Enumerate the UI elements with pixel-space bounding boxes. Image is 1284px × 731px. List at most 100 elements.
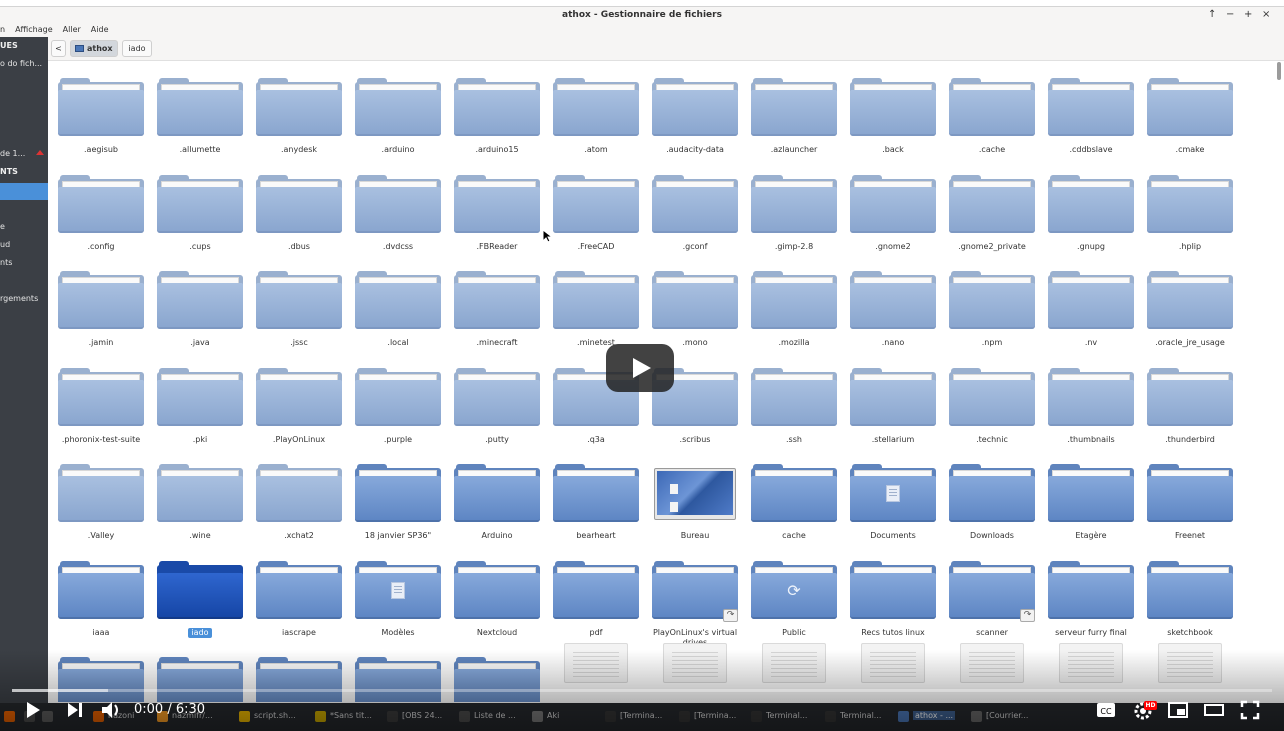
file-item[interactable]: .purple: [346, 352, 445, 448]
file-item[interactable]: .pki: [148, 352, 247, 448]
file-item[interactable]: .ssh: [742, 352, 841, 448]
file-item[interactable]: .gnome2: [841, 159, 940, 255]
file-item[interactable]: .dbus: [247, 159, 346, 255]
minimize-button[interactable]: −: [1226, 9, 1234, 20]
menu-view[interactable]: Affichage: [15, 24, 53, 37]
file-item[interactable]: .atom: [544, 62, 643, 158]
file-item[interactable]: .azlauncher: [742, 62, 841, 158]
file-item[interactable]: .audacity-data: [643, 62, 742, 158]
file-item[interactable]: .config: [49, 159, 148, 255]
sidebar-item-cloud[interactable]: ud: [0, 240, 10, 249]
file-item[interactable]: .cddbslave: [1039, 62, 1138, 158]
captions-icon[interactable]: CC: [1096, 702, 1116, 718]
file-item[interactable]: Arduino: [445, 448, 544, 544]
file-item[interactable]: .gnupg: [1039, 159, 1138, 255]
file-item[interactable]: Nextcloud: [445, 545, 544, 641]
file-item[interactable]: .FreeCAD: [544, 159, 643, 255]
sidebar-item-home[interactable]: e: [0, 222, 5, 231]
theater-mode-icon[interactable]: [1204, 702, 1224, 718]
file-item[interactable]: Freenet: [1138, 448, 1237, 544]
file-item[interactable]: sketchbook: [1138, 545, 1237, 641]
vertical-scrollbar[interactable]: [1276, 62, 1282, 702]
menu-help[interactable]: Aide: [91, 24, 109, 37]
file-item[interactable]: .cache: [940, 62, 1039, 158]
file-item[interactable]: .oracle_jre_usage: [1138, 255, 1237, 351]
sidebar-item-filesystem[interactable]: o do fich...: [0, 59, 42, 68]
back-button[interactable]: <: [51, 40, 66, 57]
sidebar-item-downloads[interactable]: rgements: [0, 294, 38, 303]
file-item[interactable]: Documents: [841, 448, 940, 544]
eject-icon[interactable]: [36, 150, 44, 155]
file-item[interactable]: .java: [148, 255, 247, 351]
big-play-button[interactable]: [606, 344, 674, 392]
file-item[interactable]: .gimp-2.8: [742, 159, 841, 255]
file-item[interactable]: .mozilla: [742, 255, 841, 351]
file-item[interactable]: .cups: [148, 159, 247, 255]
file-item[interactable]: .gconf: [643, 159, 742, 255]
file-item[interactable]: Bureau: [643, 448, 742, 544]
maximize-button[interactable]: +: [1244, 9, 1252, 20]
file-item[interactable]: ⟳ Public: [742, 545, 841, 641]
play-icon[interactable]: [24, 700, 42, 720]
file-item[interactable]: .arduino15: [445, 62, 544, 158]
file-item[interactable]: .putty: [445, 352, 544, 448]
file-item[interactable]: .cmake: [1138, 62, 1237, 158]
file-item[interactable]: .local: [346, 255, 445, 351]
file-item[interactable]: .nv: [1039, 255, 1138, 351]
file-item[interactable]: .jssc: [247, 255, 346, 351]
move-up-icon[interactable]: ↑: [1208, 9, 1216, 20]
file-item[interactable]: .npm: [940, 255, 1039, 351]
next-icon[interactable]: [66, 701, 84, 719]
sidebar-item-documents[interactable]: nts: [0, 258, 12, 267]
fullscreen-icon[interactable]: [1240, 700, 1260, 720]
volume-icon[interactable]: [100, 700, 122, 720]
file-item[interactable]: .back: [841, 62, 940, 158]
sidebar-item-volume[interactable]: de 1...: [0, 149, 25, 158]
file-item[interactable]: .technic: [940, 352, 1039, 448]
file-item[interactable]: .arduino: [346, 62, 445, 158]
file-item[interactable]: .stellarium: [841, 352, 940, 448]
file-item[interactable]: .jamin: [49, 255, 148, 351]
file-item[interactable]: .Valley: [49, 448, 148, 544]
file-item[interactable]: .nano: [841, 255, 940, 351]
file-item[interactable]: .thumbnails: [1039, 352, 1138, 448]
file-item[interactable]: serveur furry final: [1039, 545, 1138, 641]
file-item[interactable]: .minecraft: [445, 255, 544, 351]
file-item[interactable]: .gnome2_private: [940, 159, 1039, 255]
file-item[interactable]: .FBReader: [445, 159, 544, 255]
file-item[interactable]: Downloads: [940, 448, 1039, 544]
file-item[interactable]: iaaa: [49, 545, 148, 641]
file-item[interactable]: bearheart: [544, 448, 643, 544]
scrollbar-thumb[interactable]: [1277, 62, 1281, 80]
file-item[interactable]: .minetest: [544, 255, 643, 351]
file-item[interactable]: cache: [742, 448, 841, 544]
file-item[interactable]: .xchat2: [247, 448, 346, 544]
file-item[interactable]: .aegisub: [49, 62, 148, 158]
file-item[interactable]: ↷ scanner: [940, 545, 1039, 641]
file-item[interactable]: iascrape: [247, 545, 346, 641]
menu-file[interactable]: n: [0, 24, 5, 37]
window-titlebar[interactable]: athox - Gestionnaire de fichiers ↑ − + ×: [0, 6, 1284, 24]
file-item[interactable]: .allumette: [148, 62, 247, 158]
file-item[interactable]: .mono: [643, 255, 742, 351]
file-item[interactable]: Etagère: [1039, 448, 1138, 544]
file-item[interactable]: .phoronix-test-suite: [49, 352, 148, 448]
menu-go[interactable]: Aller: [63, 24, 81, 37]
file-item[interactable]: .dvdcss: [346, 159, 445, 255]
file-item[interactable]: .hplip: [1138, 159, 1237, 255]
miniplayer-icon[interactable]: [1168, 702, 1188, 718]
file-item[interactable]: .thunderbird: [1138, 352, 1237, 448]
file-item[interactable]: iado: [148, 545, 247, 641]
file-item[interactable]: pdf: [544, 545, 643, 641]
breadcrumb-home[interactable]: athox: [70, 40, 118, 57]
file-item[interactable]: .wine: [148, 448, 247, 544]
file-item[interactable]: ↷ PlayOnLinux's virtual drives: [643, 545, 742, 647]
file-item[interactable]: .PlayOnLinux: [247, 352, 346, 448]
close-button[interactable]: ×: [1262, 9, 1270, 20]
file-item[interactable]: .anydesk: [247, 62, 346, 158]
file-item[interactable]: Modèles: [346, 545, 445, 641]
breadcrumb-iado[interactable]: iado: [122, 40, 152, 57]
progress-bar[interactable]: [12, 689, 1272, 692]
file-item[interactable]: 18 janvier SP36": [346, 448, 445, 544]
file-item[interactable]: Recs tutos linux: [841, 545, 940, 641]
